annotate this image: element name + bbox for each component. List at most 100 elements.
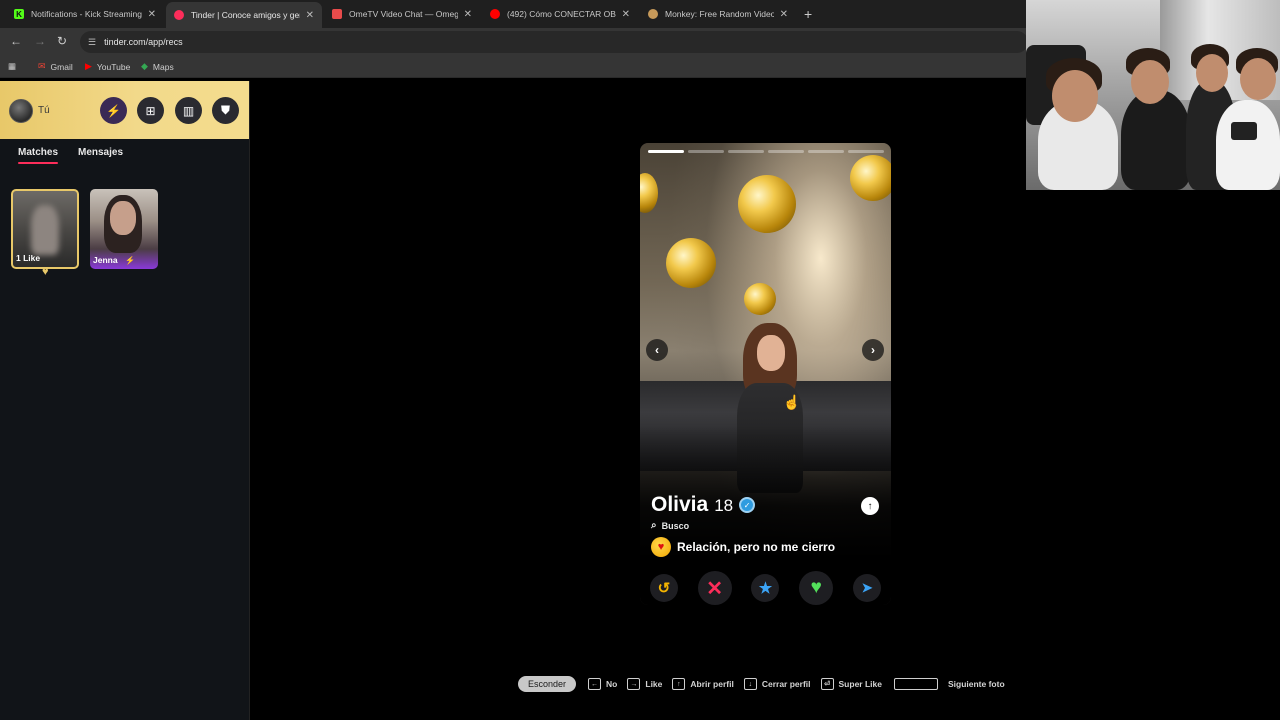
paper-plane-icon: ➤ — [861, 580, 873, 595]
photo-progress-segment — [848, 150, 884, 153]
close-icon[interactable]: ✕ — [306, 10, 314, 21]
shortcut-label: No — [606, 679, 618, 689]
photo-progress-segment — [688, 150, 724, 153]
boost-button[interactable]: ⚡ — [100, 97, 127, 124]
bookmark-gmail[interactable]: ✉ Gmail — [38, 61, 73, 72]
browser-tab-ometv[interactable]: OmeTV Video Chat — Omegle ✕ — [324, 3, 480, 25]
busco-label: Busco — [661, 520, 690, 531]
tab-title: OmeTV Video Chat — Omegle — [349, 9, 458, 19]
shortcut-super-like: ⏎ Super Like — [820, 678, 882, 690]
disco-ball — [850, 155, 891, 201]
photo-progress-segment — [728, 150, 764, 153]
bolt-icon: ⚡ — [125, 256, 135, 265]
heart-eyes-icon: ♥ — [651, 537, 671, 557]
search-icon: ⌕ — [651, 520, 657, 531]
rewind-button[interactable]: ↺ — [649, 574, 678, 602]
gmail-icon: ✉ — [38, 61, 46, 71]
previous-photo-button[interactable]: ‹ — [646, 339, 668, 361]
bookmark-label: Maps — [152, 61, 174, 72]
user-label[interactable]: Tú — [38, 105, 50, 116]
chevron-right-icon: › — [871, 343, 875, 357]
monkey-icon — [648, 9, 658, 19]
nope-button[interactable]: ✕ — [697, 571, 732, 605]
send-button[interactable]: ➤ — [853, 574, 882, 602]
bookmark-label: Gmail — [50, 61, 73, 72]
disco-ball — [666, 238, 716, 288]
address-bar[interactable]: ☰ tinder.com/app/recs — [80, 31, 1028, 53]
phone — [1231, 122, 1257, 140]
heart-icon: ♥ — [810, 577, 822, 598]
maps-icon: ◆ — [141, 61, 148, 71]
profile-card[interactable]: ‹ › Olivia 18 ✓ ↑ ⌕ Busco ♥ Relación, pe… — [640, 143, 891, 605]
tab-title: Tinder | Conoce amigos y gente — [191, 10, 300, 20]
hide-shortcuts-button[interactable]: Esconder — [518, 676, 577, 692]
apps-icon[interactable]: ▦ — [8, 61, 16, 72]
photo-progress-segment — [768, 150, 804, 153]
disco-ball — [738, 175, 796, 233]
browser-tab-tinder[interactable]: Tinder | Conoce amigos y gente ✕ — [166, 2, 322, 28]
tab-matches[interactable]: Matches — [18, 147, 59, 164]
sidebar-tabs: Matches Mensajes — [0, 147, 250, 171]
match-card-jenna[interactable]: Jenna ⚡ — [90, 189, 158, 269]
like-button[interactable]: ♥ — [799, 571, 834, 605]
reload-icon[interactable]: ↻ — [57, 34, 67, 48]
shortcut-label: Siguiente foto — [947, 679, 1005, 689]
site-info-icon[interactable]: ☰ — [88, 37, 96, 48]
browser-tab-youtube[interactable]: (492) Cómo CONECTAR OBS C ✕ — [482, 3, 638, 25]
photo-progress-segment — [808, 150, 844, 153]
avatar[interactable] — [9, 99, 33, 123]
arrow-up-key-icon: ↑ — [672, 678, 686, 690]
likes-card[interactable]: 1 Like — [11, 189, 79, 269]
explore-button[interactable]: ⊞ — [137, 97, 164, 124]
shortcut-like: → Like — [627, 678, 662, 690]
new-tab-icon[interactable]: + — [804, 6, 812, 22]
disco-ball — [744, 283, 776, 315]
close-icon[interactable]: ✕ — [464, 9, 472, 20]
ometv-icon — [332, 9, 342, 19]
browser-tab-kick[interactable]: K Notifications - Kick Streaming ✕ — [6, 3, 164, 25]
url-text: tinder.com/app/recs — [104, 37, 183, 47]
tab-title: Notifications - Kick Streaming — [31, 9, 142, 19]
match-name: Jenna — [93, 255, 118, 265]
keyboard-shortcuts: Esconder ← No → Like ↑ Abrir perfil ↓ Ce… — [518, 675, 1015, 693]
bookmark-youtube[interactable]: ▶ YouTube — [85, 61, 130, 72]
briefcase-icon: ▥ — [182, 103, 195, 118]
tab-mensajes[interactable]: Mensajes — [78, 147, 123, 158]
verified-icon: ✓ — [739, 497, 756, 513]
shortcut-label: Super Like — [838, 679, 882, 689]
shortcut-label: Like — [645, 679, 663, 689]
profile-info: Olivia 18 ✓ ↑ ⌕ Busco ♥ Relación, pero n… — [651, 493, 881, 557]
looking-for-text: Relación, pero no me cierro — [677, 540, 836, 554]
super-like-button[interactable]: ★ — [751, 574, 780, 602]
sidebar-header: Tú ⚡ ⊞ ▥ ⛊ — [0, 81, 249, 139]
shortcut-close-profile: ↓ Cerrar perfil — [743, 678, 811, 690]
close-icon[interactable]: ✕ — [622, 9, 630, 20]
safety-button[interactable]: ⛊ — [212, 97, 239, 124]
webcam-overlay — [1026, 0, 1280, 190]
back-icon[interactable]: ← — [10, 34, 22, 48]
close-icon[interactable]: ✕ — [148, 9, 156, 20]
action-bar: ↺ ✕ ★ ♥ ➤ — [640, 571, 891, 605]
browser-tab-monkey[interactable]: Monkey: Free Random Video C ✕ — [640, 3, 796, 25]
shortcut-label: Cerrar perfil — [761, 679, 811, 689]
open-profile-button[interactable]: ↑ — [861, 497, 879, 515]
vault-button[interactable]: ▥ — [175, 97, 202, 124]
next-photo-button[interactable]: › — [862, 339, 884, 361]
close-icon: ✕ — [706, 577, 724, 600]
likes-label: 1 Like — [16, 253, 41, 263]
profile-age: 18 — [714, 496, 734, 515]
star-icon: ★ — [758, 580, 773, 597]
shortcut-next-photo: Siguiente foto — [892, 678, 1005, 690]
close-icon[interactable]: ✕ — [780, 9, 788, 20]
shield-icon: ⛊ — [220, 103, 230, 117]
shortcut-label: Abrir perfil — [690, 679, 734, 689]
forward-icon[interactable]: → — [34, 34, 46, 48]
main-area — [251, 81, 1026, 720]
tinder-icon — [174, 10, 184, 20]
tab-title: (492) Cómo CONECTAR OBS C — [507, 9, 616, 19]
arrow-left-key-icon: ← — [588, 678, 602, 690]
kick-icon: K — [14, 9, 24, 19]
explore-icon: ⊞ — [145, 103, 156, 118]
arrow-up-icon: ↑ — [867, 500, 873, 512]
bookmark-maps[interactable]: ◆ Maps — [141, 61, 174, 72]
